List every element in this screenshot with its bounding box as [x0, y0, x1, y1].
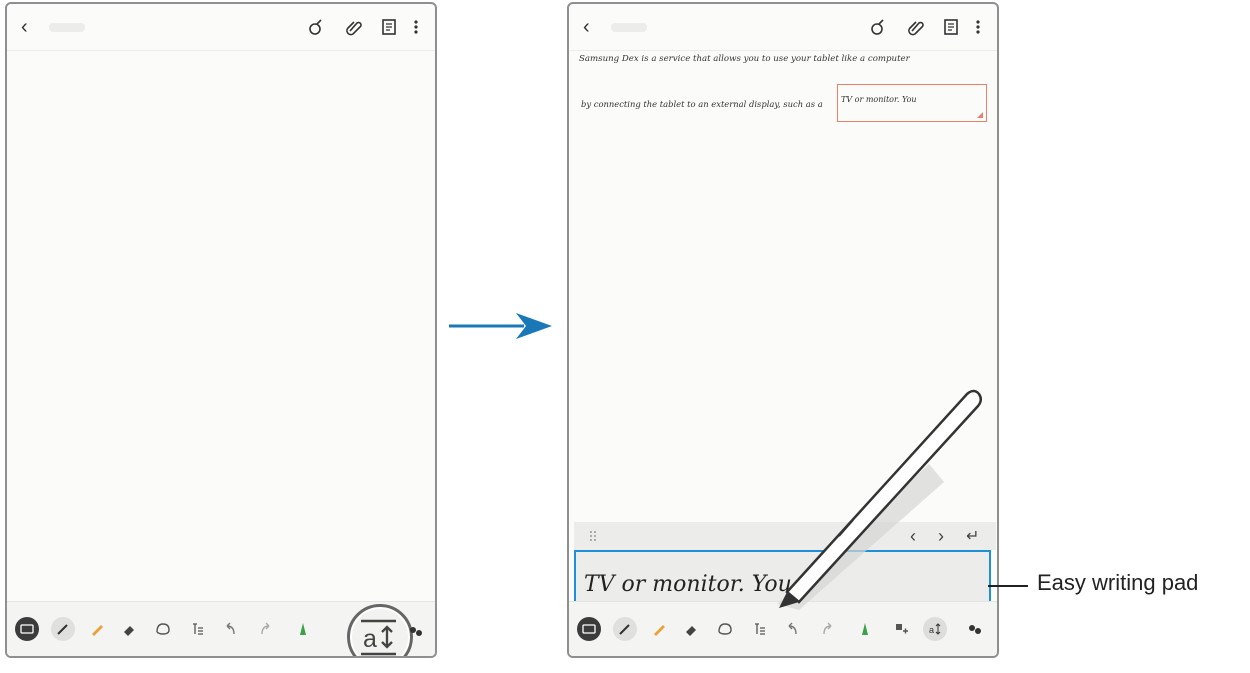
easy-writing-pad-label: Easy writing pad [1037, 570, 1199, 595]
more-tools-icon[interactable] [961, 615, 989, 643]
drag-handle-icon[interactable] [589, 530, 597, 542]
text-style-icon[interactable] [183, 615, 211, 643]
keyboard-icon[interactable] [575, 615, 603, 643]
more-tools-icon[interactable] [409, 624, 423, 642]
redo-icon[interactable] [813, 615, 841, 643]
callout-line [988, 585, 1028, 587]
read-mode-icon[interactable] [943, 18, 959, 41]
easy-writing-pad-icon[interactable]: a [921, 615, 949, 643]
attach-icon[interactable] [907, 18, 925, 41]
right-tablet-screen: ‹ Samsung Dex is a service that allows y… [567, 2, 999, 658]
back-icon[interactable]: ‹ [583, 16, 590, 39]
s-pen-stylus [777, 389, 982, 610]
highlighter-icon[interactable] [83, 615, 111, 643]
top-bar: ‹ [7, 4, 435, 51]
back-icon[interactable]: ‹ [21, 16, 28, 39]
pen-icon[interactable] [49, 615, 77, 643]
redo-icon[interactable] [251, 615, 279, 643]
insert-icon[interactable] [887, 615, 915, 643]
resize-handle-icon[interactable] [977, 112, 983, 118]
svg-text:a: a [363, 625, 377, 653]
eraser-icon[interactable] [115, 615, 143, 643]
text-insert-box-text: TV or monitor. You [841, 95, 917, 104]
keyboard-icon[interactable] [13, 615, 41, 643]
note-title [611, 23, 647, 32]
more-options-icon[interactable] [413, 18, 419, 41]
highlighter-icon[interactable] [645, 615, 673, 643]
text-insert-box[interactable]: TV or monitor. You [837, 84, 987, 122]
read-mode-icon[interactable] [381, 18, 397, 41]
color-icon[interactable] [289, 615, 317, 643]
pen-mode-icon[interactable] [869, 18, 887, 41]
svg-text:a: a [929, 625, 934, 635]
pad-handwriting: TV or monitor. You [584, 572, 792, 597]
pen-mode-icon[interactable] [307, 18, 325, 41]
undo-icon[interactable] [779, 615, 807, 643]
lasso-icon[interactable] [711, 615, 739, 643]
text-style-icon[interactable] [745, 615, 773, 643]
note-title [49, 23, 85, 32]
note-line-2: by connecting the tablet to an external … [581, 99, 823, 109]
note-line-1: Samsung Dex is a service that allows you… [579, 54, 910, 64]
attach-icon[interactable] [345, 18, 363, 41]
undo-icon[interactable] [217, 615, 245, 643]
more-options-icon[interactable] [975, 18, 981, 41]
color-icon[interactable] [851, 615, 879, 643]
pen-icon[interactable] [611, 615, 639, 643]
easy-writing-pad-magnified[interactable]: a [347, 604, 413, 656]
transition-arrow [449, 313, 552, 339]
eraser-icon[interactable] [677, 615, 705, 643]
left-tablet-screen: ‹ a [5, 2, 437, 658]
lasso-icon[interactable] [149, 615, 177, 643]
top-bar: ‹ [569, 4, 997, 51]
